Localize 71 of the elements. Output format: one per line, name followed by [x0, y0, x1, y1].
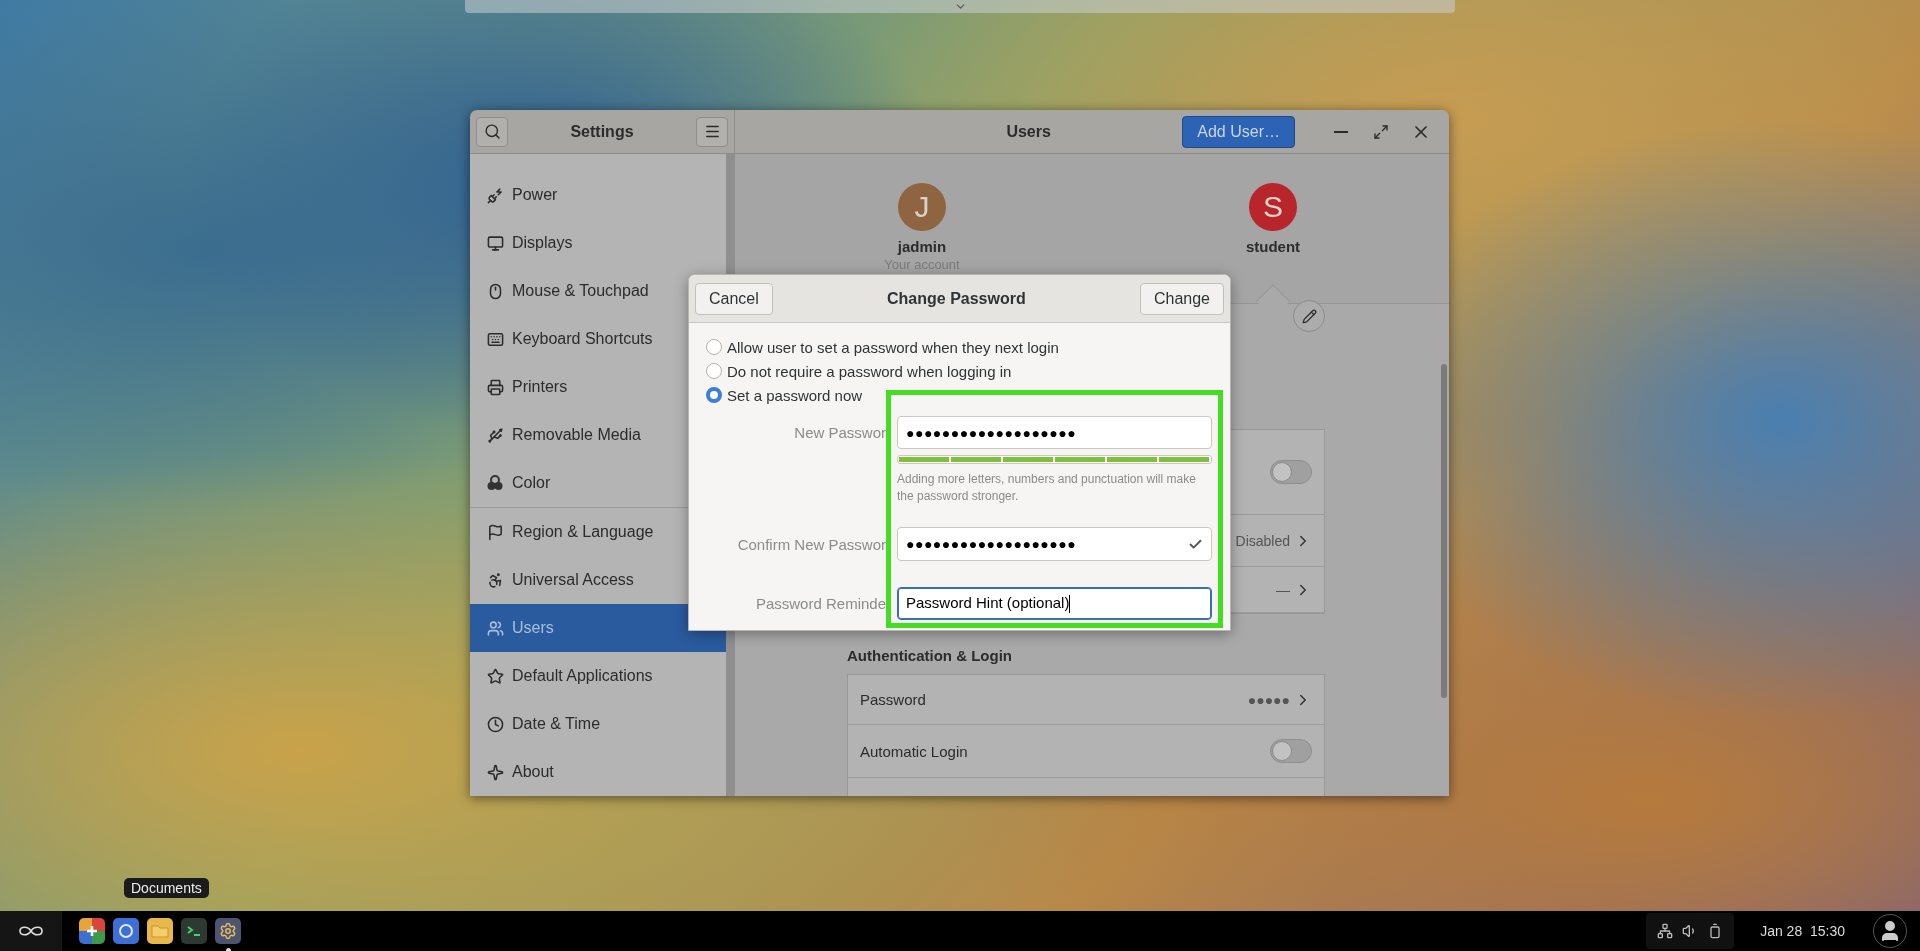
password-field[interactable]: ●●●●●●●●●●●●●●●●●●● — [897, 416, 1212, 449]
sidebar-title: Settings — [570, 122, 634, 141]
clock-icon — [486, 715, 504, 733]
field-label: Password Reminde — [754, 595, 886, 612]
sparkle-icon — [486, 763, 504, 781]
add-user-button[interactable]: Add User… — [1182, 115, 1295, 148]
folder-icon — [151, 924, 169, 938]
auth-row[interactable]: Automatic Login — [848, 725, 1324, 778]
power-plug-icon — [486, 186, 504, 204]
field-label: Confirm New Passwor — [736, 535, 886, 553]
pencil-icon — [1301, 308, 1317, 324]
edit-button[interactable] — [1293, 300, 1325, 332]
gear-icon — [219, 922, 237, 940]
tooltip: Documents — [124, 878, 209, 898]
change-button[interactable]: Change — [1139, 282, 1224, 315]
users-icon — [486, 619, 504, 637]
radio-button[interactable] — [706, 387, 722, 403]
star-icon — [486, 667, 504, 685]
terminal-icon — [186, 924, 202, 938]
window-title: Users — [1005, 122, 1052, 141]
row-value: Disabled — [1235, 532, 1290, 549]
radio-button[interactable] — [706, 339, 722, 355]
row-label: Automatic Login — [860, 742, 968, 760]
row-value: ●●●●● — [1247, 691, 1290, 708]
menu-button[interactable] — [696, 116, 728, 147]
row-label: Password — [860, 691, 926, 708]
user-avatar[interactable]: S — [1249, 183, 1297, 231]
auth-row[interactable]: Password ●●●●● — [848, 675, 1324, 725]
system-tray[interactable] — [1646, 913, 1735, 949]
scrollbar[interactable] — [1441, 364, 1447, 698]
toggle-switch[interactable] — [1270, 739, 1312, 763]
maximize-icon — [1373, 123, 1389, 140]
search-icon — [483, 123, 501, 140]
dialog-title: Change Password — [887, 289, 1026, 308]
radio-option[interactable]: Do not require a password when logging in — [706, 359, 1230, 383]
row-value: — — [1276, 581, 1290, 598]
keyboard-icon — [486, 330, 504, 348]
section-title: Authentication & Login — [847, 647, 1013, 664]
search-button[interactable] — [476, 116, 508, 147]
minimize-icon — [1334, 130, 1348, 133]
color-circles-icon — [486, 474, 504, 492]
confirm-password-field[interactable]: ●●●●●●●●●●●●●●●●●●● — [897, 527, 1212, 561]
sidebar-item[interactable]: Date & Time — [470, 700, 726, 748]
user-name: jadmin — [897, 238, 947, 255]
clock[interactable]: Jan 28 15:30 — [1760, 923, 1845, 939]
sidebar-item[interactable]: About — [470, 748, 726, 796]
cancel-button[interactable]: Cancel — [695, 282, 773, 315]
sidebar-item[interactable]: Displays — [470, 219, 726, 267]
sidebar-item[interactable]: Default Applications — [470, 652, 726, 700]
usb-icon — [486, 426, 504, 444]
user-name: student — [1245, 238, 1301, 255]
flag-icon — [486, 523, 504, 541]
printer-icon — [486, 378, 504, 396]
strength-hint: Adding more letters, numbers and punctuation will make the password stronger. — [897, 471, 1197, 505]
network-icon — [1656, 923, 1673, 939]
launcher-button[interactable] — [0, 911, 62, 951]
top-panel-handle[interactable] — [465, 0, 1455, 13]
radio-button[interactable] — [706, 363, 722, 379]
display-icon — [486, 234, 504, 252]
sidebar-item[interactable]: Power — [470, 171, 726, 219]
radio-option[interactable]: Set a password now — [706, 383, 1230, 407]
browser-circle-icon — [118, 923, 134, 939]
field-label: New Passwor — [793, 424, 886, 441]
running-dot — [225, 948, 231, 951]
accessibility-icon — [486, 571, 504, 589]
toggle-switch[interactable] — [1270, 460, 1312, 484]
sidebar-item[interactable]: Users — [470, 604, 726, 652]
hint-field[interactable]: Password Hint (optional) — [897, 587, 1212, 620]
menu-icon — [703, 123, 721, 140]
radio-option[interactable]: Allow user to set a password when they next login — [706, 335, 1230, 359]
infinity-logo-icon — [18, 925, 44, 937]
